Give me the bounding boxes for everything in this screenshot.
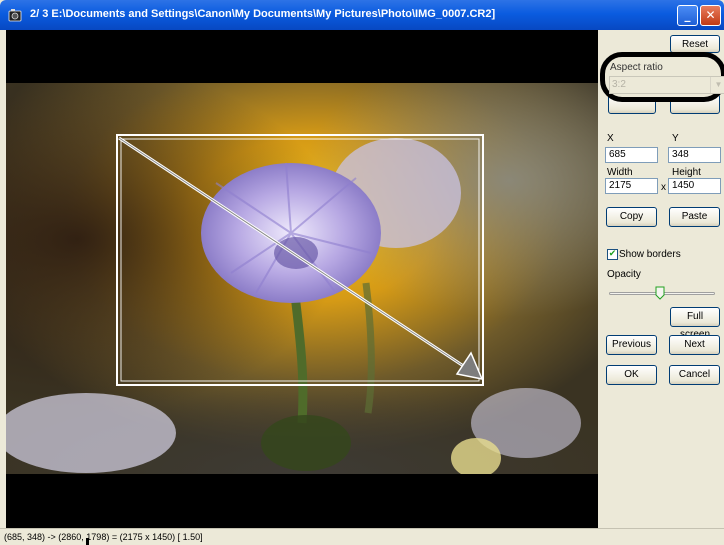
show-borders-label: Show borders <box>619 249 681 260</box>
previous-button[interactable]: Previous <box>606 335 657 355</box>
width-field[interactable]: 2175 <box>605 178 658 194</box>
aspect-ratio-value: 3:2 <box>612 79 626 90</box>
selection-status-text: (685, 348) -> (2860, 1798) = (2175 x 145… <box>4 532 203 542</box>
minimize-button[interactable]: _ <box>677 5 698 26</box>
copy-button[interactable]: Copy <box>606 207 657 227</box>
cancel-button[interactable]: Cancel <box>669 365 720 385</box>
y-field[interactable]: 348 <box>668 147 721 163</box>
slider-thumb-icon[interactable] <box>655 286 665 300</box>
trim-tool-window: 2/ 3 E:\Documents and Settings\Canon\My … <box>0 0 724 545</box>
chevron-down-icon[interactable]: ▼ <box>710 77 724 93</box>
y-label: Y <box>672 133 679 144</box>
title-bar[interactable]: 2/ 3 E:\Documents and Settings\Canon\My … <box>0 0 724 30</box>
aspect-ratio-highlight: Aspect ratio 3:2 ▼ <box>600 52 724 102</box>
full-screen-button[interactable]: Full screen <box>670 307 720 340</box>
window-title: 2/ 3 E:\Documents and Settings\Canon\My … <box>30 8 496 20</box>
dimension-separator: x <box>661 182 666 193</box>
x-label: X <box>607 133 614 144</box>
next-button[interactable]: Next <box>669 335 720 355</box>
reset-button[interactable]: Reset <box>670 35 720 53</box>
cursor-icon <box>86 538 89 545</box>
opacity-label: Opacity <box>607 269 641 280</box>
paste-button[interactable]: Paste <box>669 207 720 227</box>
height-field[interactable]: 1450 <box>668 178 721 194</box>
ok-button[interactable]: OK <box>606 365 657 385</box>
image-canvas[interactable] <box>6 30 598 528</box>
show-borders-checkbox[interactable]: ✔ <box>607 249 618 260</box>
aspect-ratio-label: Aspect ratio <box>610 62 663 73</box>
x-field[interactable]: 685 <box>605 147 658 163</box>
control-panel: Reset Aspect ratio 3:2 ▼ X Y 685 348 Wid… <box>598 30 724 528</box>
close-button[interactable]: ✕ <box>700 5 721 26</box>
aspect-ratio-dropdown[interactable]: 3:2 ▼ <box>609 76 724 94</box>
photo-preview[interactable] <box>6 83 598 474</box>
width-label: Width <box>607 167 633 178</box>
status-bar: (685, 348) -> (2860, 1798) = (2175 x 145… <box>0 528 724 545</box>
app-icon <box>8 9 22 22</box>
height-label: Height <box>672 167 701 178</box>
